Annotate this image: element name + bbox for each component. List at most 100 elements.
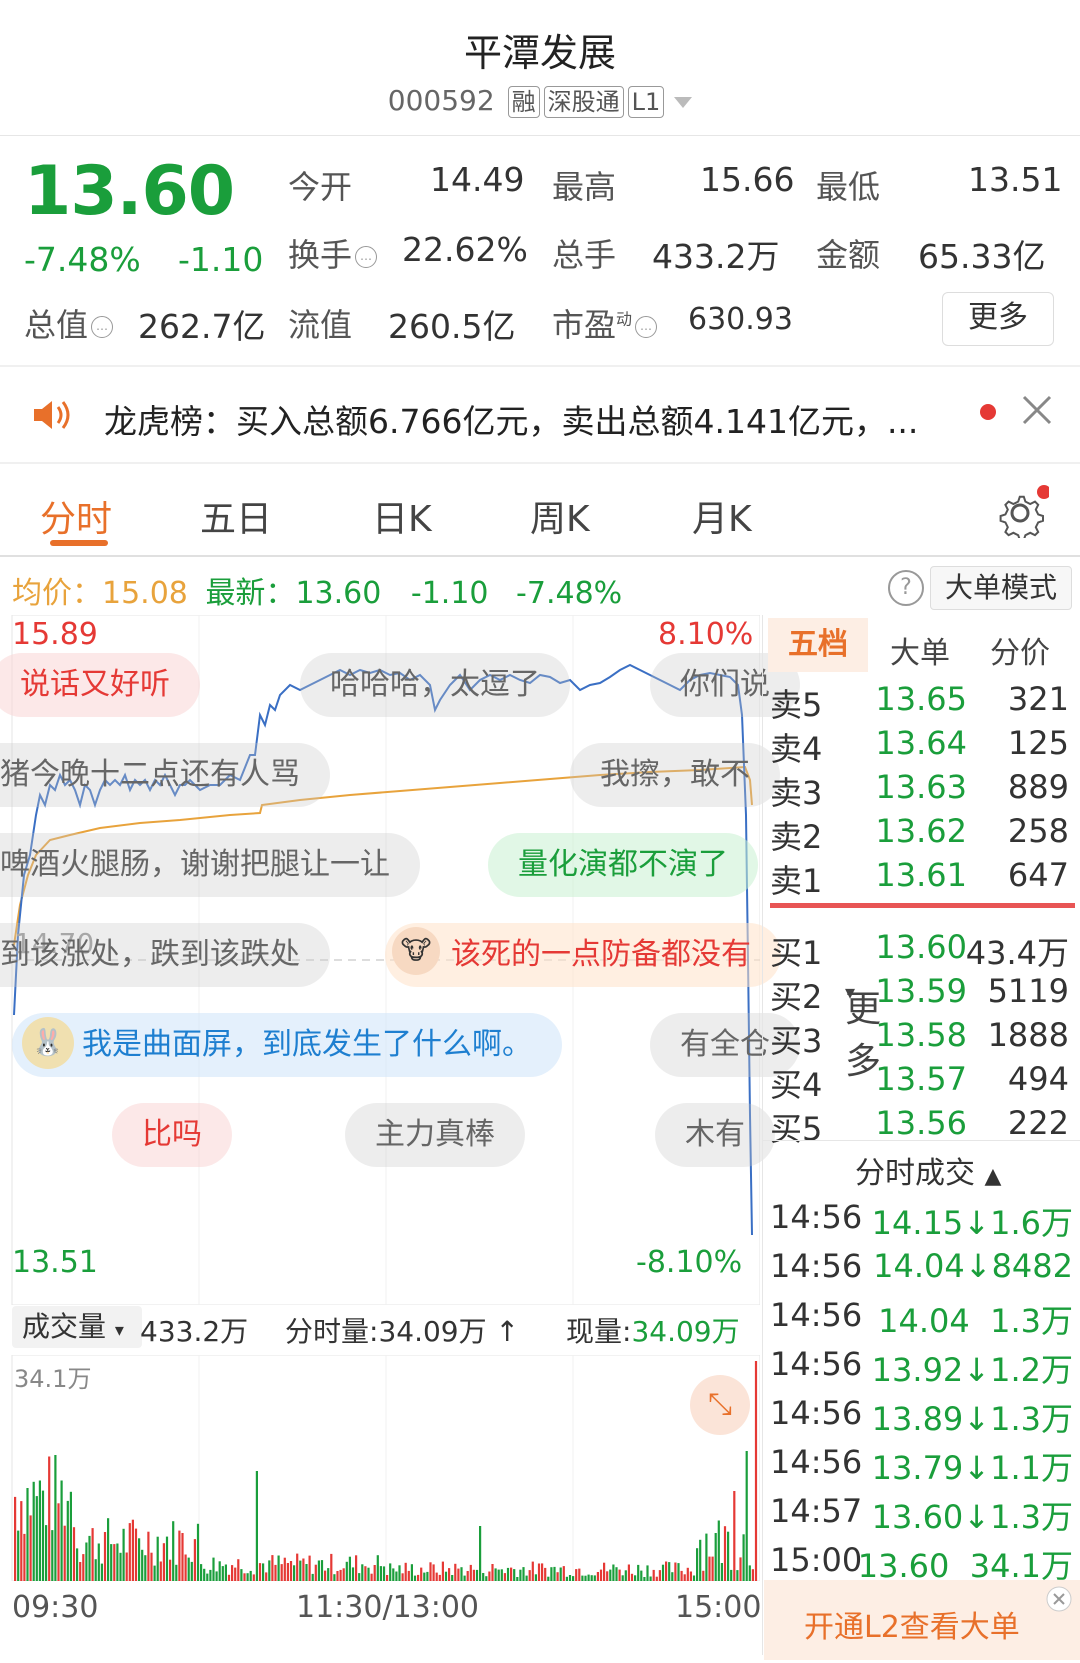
divider (0, 135, 1080, 136)
close-icon[interactable] (1020, 393, 1054, 431)
info-icon[interactable]: … (355, 246, 378, 268)
ask-price: 13.63 (875, 768, 967, 806)
chart-change: -1.10 (410, 576, 489, 611)
bid-row[interactable]: 买4 13.57 494 (770, 1060, 1075, 1104)
bid-qty: 43.4万 (965, 934, 1069, 972)
trade-price-volume: 13.79↓1.1万 (871, 1449, 1073, 1487)
chevron-down-icon[interactable] (674, 96, 693, 108)
mktcap-label-text: 总值 (24, 306, 89, 344)
unread-dot (980, 404, 996, 420)
divider (0, 462, 1080, 464)
pe-sup: 动 (616, 309, 633, 329)
danmu-bubble: 我擦，敢不 (570, 743, 780, 807)
ask-row[interactable]: 卖3 13.63 889 (770, 768, 1075, 812)
float-label: 流值 (288, 306, 353, 344)
bid-row[interactable]: 买5 13.56 222 (770, 1104, 1075, 1148)
low-label: 最低 (816, 168, 881, 206)
big-order-mode-button[interactable]: 大单模式 (930, 566, 1072, 610)
divider (0, 365, 1080, 367)
caret-down-icon: ▾ (114, 1320, 124, 1341)
tab-price-dist[interactable]: 分价 (990, 628, 1050, 672)
ask-row[interactable]: 卖1 13.61 647 (770, 856, 1075, 900)
arrow-up-icon: ↑ (495, 1315, 519, 1348)
tab-daily-k[interactable]: 日K (372, 490, 432, 542)
amount-label: 金额 (816, 236, 881, 274)
x-axis-mid: 11:30/13:00 (296, 1590, 480, 1625)
volume-chart[interactable]: 34.1万 ⤡ (0, 1355, 760, 1581)
tab-five-day[interactable]: 五日 (200, 490, 272, 542)
trade-price-volume: 13.92↓1.2万 (871, 1351, 1073, 1389)
trade-row: 15:00 13.60 34.1万 (770, 1541, 1075, 1585)
trade-time: 14:56 (770, 1296, 863, 1334)
ask-price: 13.61 (875, 856, 967, 894)
bid-row[interactable]: 买2 13.59 5119 (770, 972, 1075, 1016)
tab-five-levels[interactable]: 五档 (768, 618, 868, 672)
notice-text[interactable]: 龙虎榜：买入总额6.766亿元，卖出总额4.141亿元，... (104, 395, 918, 443)
bid-level: 买4 (770, 1066, 823, 1104)
bid-price: 13.58 (875, 1016, 967, 1054)
info-icon[interactable]: … (91, 316, 114, 338)
divider (762, 615, 763, 1655)
trade-price-volume: 13.89↓1.3万 (871, 1400, 1073, 1438)
ask-level: 卖5 (770, 686, 823, 724)
ask-price: 13.62 (875, 812, 967, 850)
low-value: 13.51 (968, 160, 1063, 199)
high-value: 15.66 (700, 160, 795, 199)
intraday-chart[interactable]: 15.89 8.10% 13.51 -8.10% 14.70 说话又好听 哈哈哈… (0, 615, 800, 1305)
y-low-label: 13.51 (12, 1245, 98, 1280)
bid-price: 13.57 (875, 1060, 967, 1098)
bid-level: 买2 (770, 978, 823, 1016)
pct-high-label: 8.10% (658, 617, 754, 652)
volume-value: 433.2万 (652, 237, 780, 276)
pe-value: 630.93 (688, 302, 793, 337)
tab-weekly-k[interactable]: 周K (530, 490, 590, 542)
bid-row[interactable]: 买3 13.58 1888 (770, 1016, 1075, 1060)
bid-price: 13.59 (875, 972, 967, 1010)
last-label: 最新： (205, 576, 296, 611)
trade-price-volume: 14.15↓1.6万 (871, 1204, 1073, 1242)
current-volume: 现量:34.09万 (566, 1310, 740, 1350)
pe-label: 市盈动… (552, 300, 658, 346)
tab-monthly-k[interactable]: 月K (692, 490, 752, 542)
trade-time: 14:56 (770, 1345, 863, 1383)
ask-row[interactable]: 卖4 13.64 125 (770, 724, 1075, 768)
close-icon[interactable] (1046, 1586, 1072, 1616)
stock-code: 000592 (387, 84, 495, 117)
trade-price-volume: 14.04↓8482 (873, 1247, 1073, 1285)
period-volume-label: 分时量: (285, 1315, 379, 1348)
mktcap-label: 总值… (24, 300, 114, 346)
volume-indicator-label: 成交量 (22, 1310, 107, 1343)
x-axis-end: 15:00 (675, 1590, 762, 1625)
ask-price: 13.65 (875, 680, 967, 718)
avg-value: 15.08 (102, 576, 188, 611)
l2-banner[interactable]: 开通L2查看大单 (764, 1580, 1080, 1660)
trade-time: 15:00 (770, 1541, 863, 1579)
help-icon[interactable]: ? (888, 570, 924, 606)
bid-row[interactable]: 买1 13.60 43.4万 (770, 928, 1075, 972)
danmu-bubble: 猪今晚十二点还有人骂 (0, 743, 330, 807)
gear-icon[interactable] (995, 484, 1051, 542)
bid-qty: 222 (1007, 1104, 1069, 1142)
tab-big-orders[interactable]: 大单 (890, 628, 950, 672)
trade-row: 14:56 13.89↓1.3万 (770, 1394, 1075, 1438)
bid-price: 13.60 (875, 928, 967, 966)
stock-name: 平潭发展 (463, 31, 616, 75)
current-volume-value: 34.09万 (631, 1315, 740, 1348)
ask-level: 卖4 (770, 730, 823, 768)
danmu-bubble: 到该涨处，跌到该跌处 (0, 923, 330, 987)
ask-qty: 889 (1007, 768, 1069, 806)
ask-qty: 258 (1007, 812, 1069, 850)
tab-intraday[interactable]: 分时 (40, 490, 112, 542)
info-icon[interactable]: … (635, 316, 658, 338)
danmu-bubble: 比吗 (112, 1103, 232, 1167)
more-button[interactable]: 更多 (942, 292, 1054, 346)
expand-icon[interactable]: ⤡ (690, 1375, 750, 1435)
trades-title[interactable]: 分时成交 ▲ (855, 1148, 1001, 1192)
volume-indicator-select[interactable]: 成交量 ▾ (12, 1306, 142, 1348)
ask-row[interactable]: 卖2 13.62 258 (770, 812, 1075, 856)
ask-row[interactable]: 卖5 13.65 321 (770, 680, 1075, 724)
mktcap-value: 262.7亿 (138, 307, 266, 346)
ask-level: 卖3 (770, 774, 823, 812)
trade-time: 14:57 (770, 1492, 863, 1530)
divider (0, 555, 1080, 557)
